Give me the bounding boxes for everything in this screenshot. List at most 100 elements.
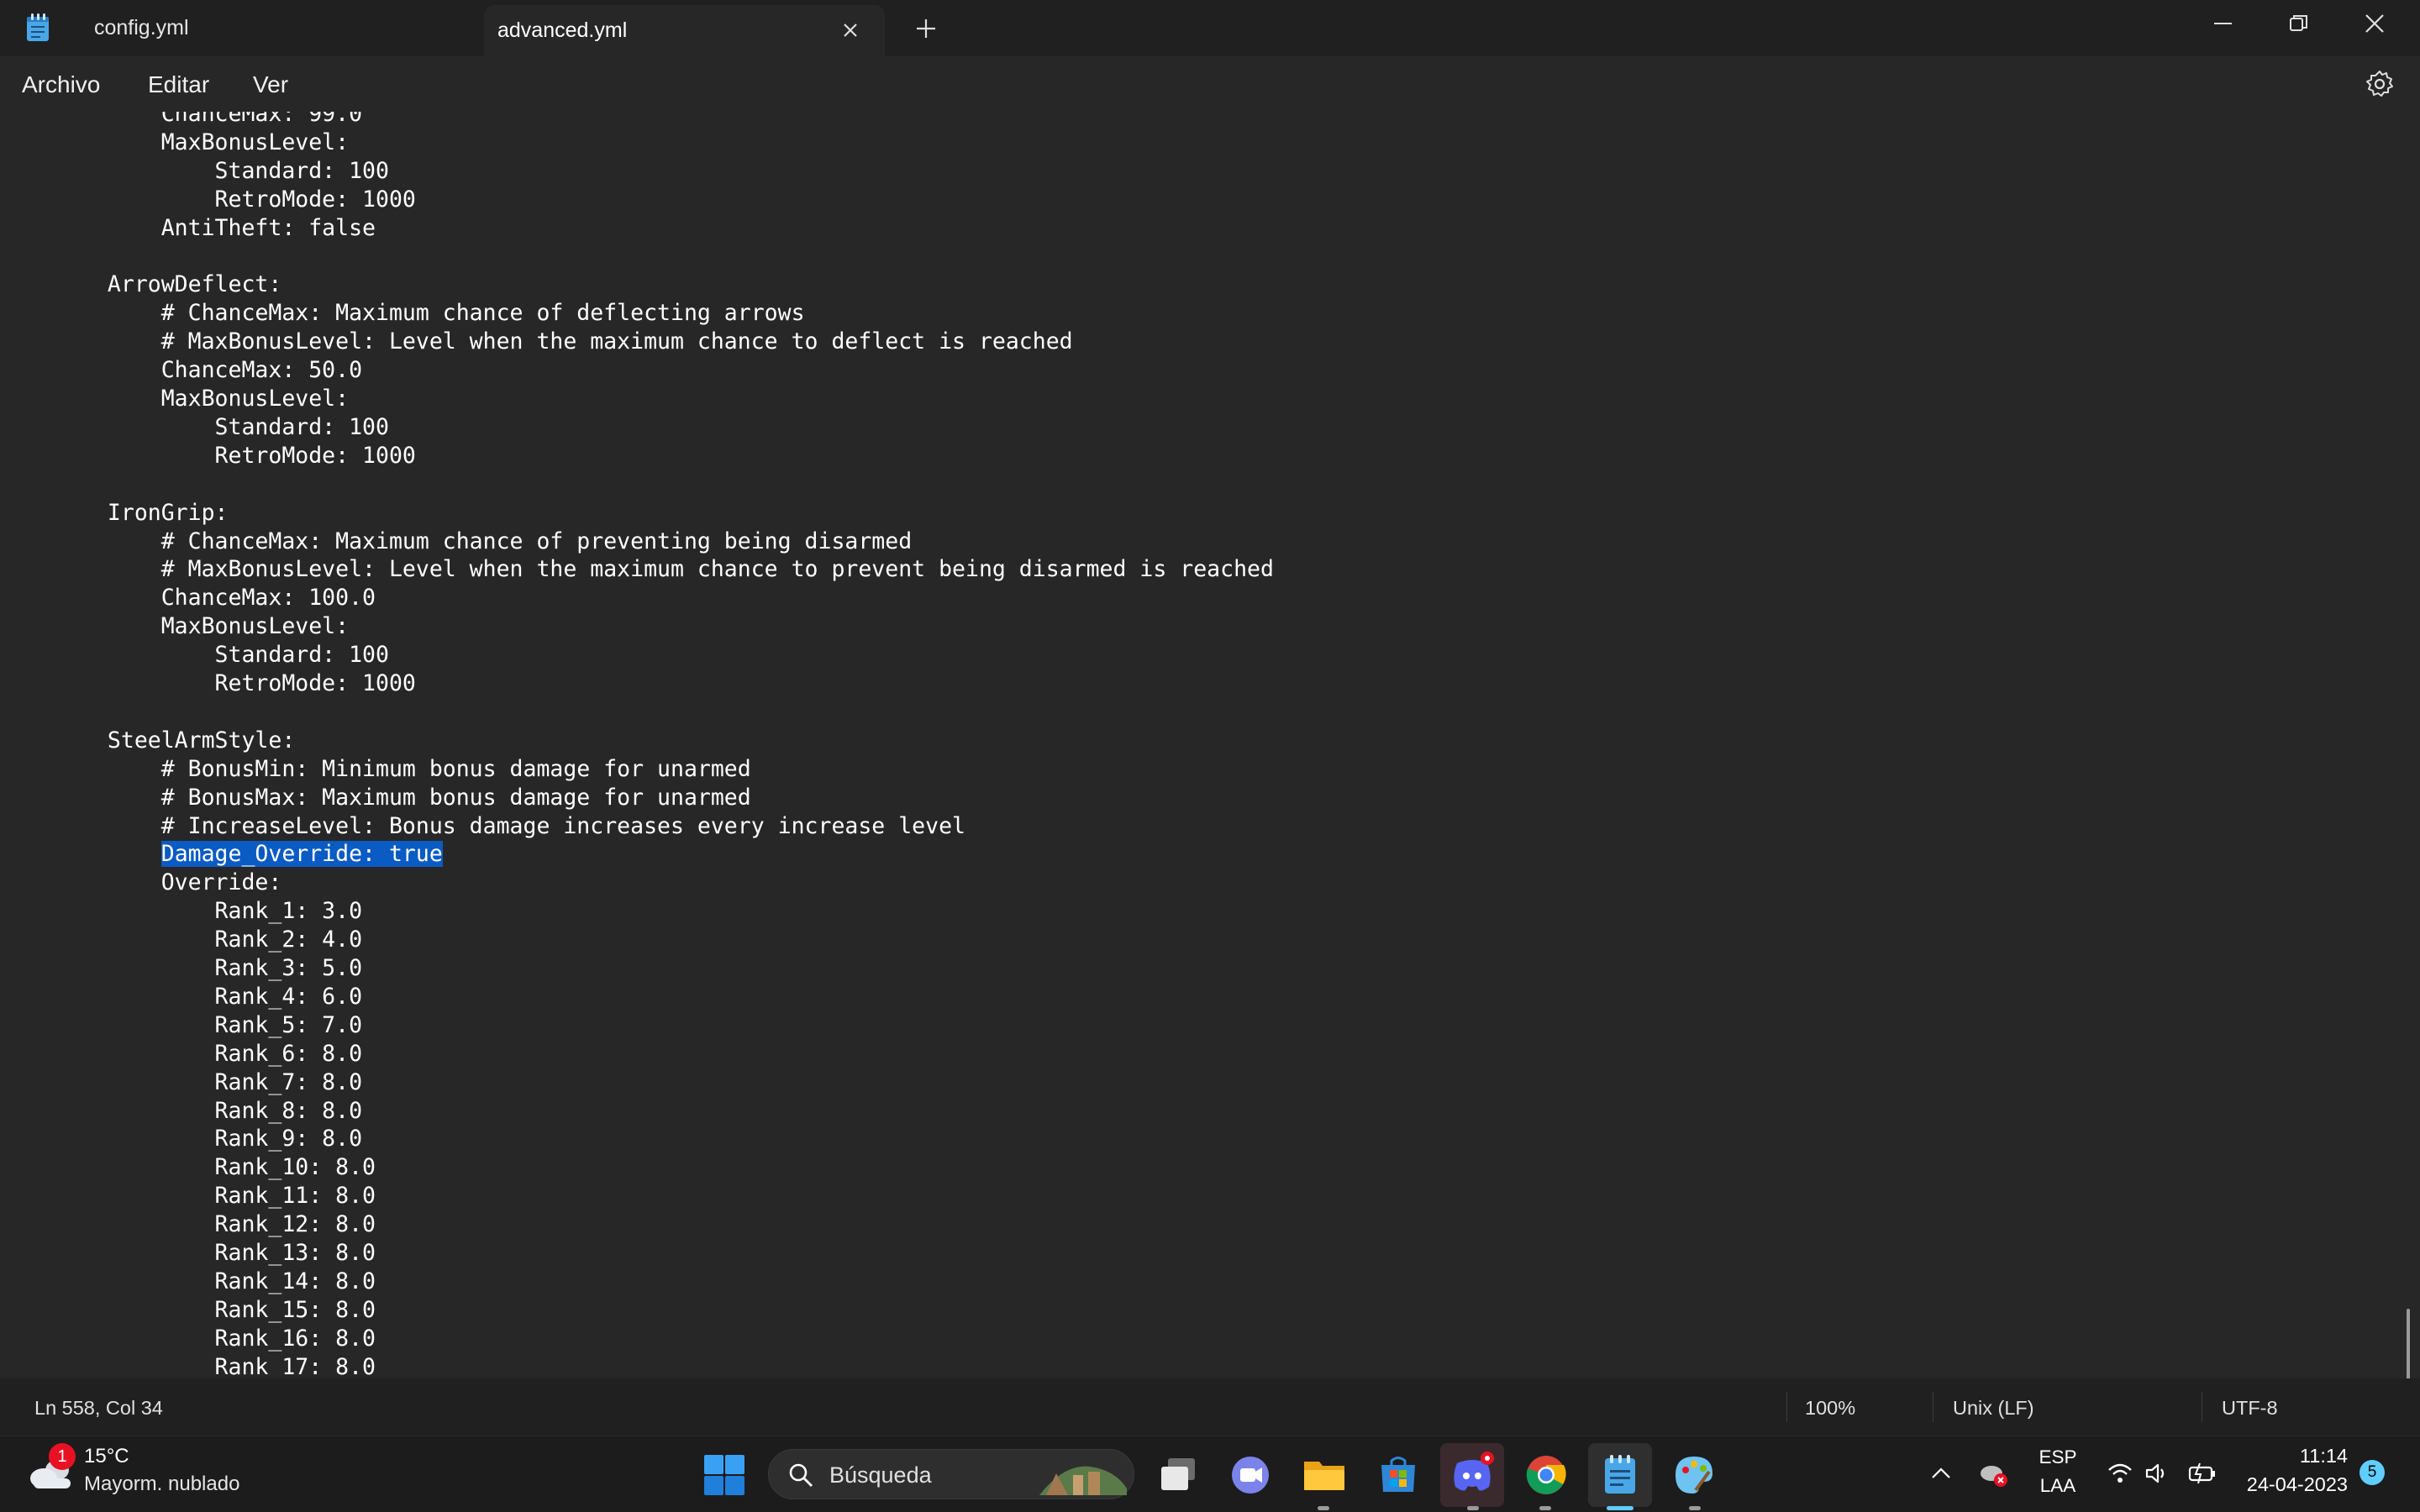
notification-count-badge[interactable]: 5 — [2360, 1460, 2385, 1485]
code-line: Standard: 100 — [81, 157, 389, 184]
line-ending[interactable]: Unix (LF) — [1953, 1397, 2034, 1420]
code-line: SteelArmStyle: — [81, 727, 296, 753]
text-editor[interactable]: ChanceMax: 99.0 MaxBonusLevel: Standard:… — [0, 112, 2420, 1378]
code-line: # MaxBonusLevel: Level when the maximum … — [81, 556, 1274, 583]
code-line: Rank_7: 8.0 — [81, 1068, 363, 1095]
language-indicator[interactable]: ESP — [2037, 1446, 2079, 1468]
title-bar: config.yml advanced.yml — [0, 0, 2420, 56]
menu-ver[interactable]: Ver — [253, 71, 288, 98]
code-line: Rank_8: 8.0 — [81, 1097, 363, 1124]
notepad-icon[interactable] — [1597, 1452, 1644, 1499]
code-line: Rank_2: 4.0 — [81, 927, 363, 953]
running-indicator — [1689, 1506, 1701, 1510]
weather-description: Mayorm. nublado — [84, 1473, 240, 1495]
tab-advanced[interactable]: advanced.yml — [484, 5, 885, 56]
code-line: # BonusMax: Maximum bonus damage for una… — [81, 784, 751, 811]
status-bar: Ln 558, Col 34 100% Unix (LF) UTF-8 — [0, 1378, 2420, 1436]
code-line: Rank_14: 8.0 — [81, 1268, 376, 1294]
cursor-position[interactable]: Ln 558, Col 34 — [34, 1397, 163, 1420]
chrome-icon[interactable] — [1523, 1452, 1570, 1499]
code-line: Rank_17: 8.0 — [81, 1353, 376, 1378]
code-line: Rank_6: 8.0 — [81, 1040, 363, 1067]
code-line: Rank_3: 5.0 — [81, 955, 363, 981]
code-line: # MaxBonusLevel: Level when the maximum … — [81, 328, 1073, 355]
code-line: IronGrip: — [81, 499, 229, 526]
close-tab-icon[interactable] — [839, 19, 861, 41]
minimize-icon — [2214, 23, 2232, 24]
wifi-icon[interactable] — [2107, 1462, 2133, 1485]
menu-editar[interactable]: Editar — [148, 71, 209, 98]
gear-icon[interactable] — [2365, 69, 2395, 99]
running-indicator — [1539, 1506, 1551, 1510]
search-highlight-illustration-icon — [1039, 1466, 1127, 1495]
code-line: Rank_1: 3.0 — [81, 898, 363, 925]
microsoft-store-icon[interactable] — [1375, 1452, 1422, 1499]
code-line: Rank_11: 8.0 — [81, 1183, 376, 1210]
close-window-button[interactable] — [2336, 0, 2412, 56]
keyboard-layout-indicator[interactable]: LAA — [2037, 1475, 2079, 1497]
active-indicator — [1607, 1506, 1634, 1510]
code-line: AntiTheft: false — [81, 214, 376, 241]
weather-temperature: 15°C — [84, 1445, 129, 1467]
volume-icon[interactable] — [2144, 1462, 2170, 1485]
new-tab-icon[interactable] — [914, 17, 938, 40]
close-icon — [2365, 14, 2384, 33]
paint-icon[interactable] — [1670, 1452, 1718, 1499]
chevron-up-icon[interactable] — [1931, 1467, 1951, 1480]
code-line: RetroMode: 1000 — [81, 186, 416, 213]
code-line: # ChanceMax: Maximum chance of preventin… — [81, 528, 913, 554]
code-line: Standard: 100 — [81, 642, 389, 669]
running-indicator — [1318, 1506, 1329, 1510]
code-line: Rank_4: 6.0 — [81, 983, 363, 1010]
code-line: RetroMode: 1000 — [81, 442, 416, 469]
status-divider — [1786, 1392, 1787, 1422]
menu-bar: Archivo Editar Ver — [0, 56, 2420, 112]
minimize-button[interactable] — [2185, 0, 2260, 56]
clock-date[interactable]: 24-04-2023 — [2247, 1473, 2348, 1496]
tab-label: config.yml — [94, 16, 189, 39]
code-line: Rank_13: 8.0 — [81, 1240, 376, 1266]
code-line: Override: — [81, 869, 282, 896]
code-line: Rank_9: 8.0 — [81, 1126, 363, 1152]
zoom-level[interactable]: 100% — [1805, 1397, 1855, 1420]
restore-icon — [2290, 15, 2307, 31]
code-line: # BonusMin: Minimum bonus damage for una… — [81, 755, 751, 782]
menu-archivo[interactable]: Archivo — [22, 71, 100, 98]
task-view-icon[interactable] — [1155, 1452, 1202, 1499]
code-line: MaxBonusLevel: — [81, 129, 350, 155]
code-line: Rank_10: 8.0 — [81, 1154, 376, 1181]
code-line: ArrowDeflect: — [81, 271, 282, 298]
teams-chat-icon[interactable] — [1227, 1452, 1274, 1499]
onedrive-error-icon[interactable] — [1978, 1460, 2008, 1488]
code-line: Standard: 100 — [81, 413, 389, 440]
discord-icon[interactable] — [1449, 1452, 1496, 1499]
code-line: Rank_12: 8.0 — [81, 1211, 376, 1238]
weather-badge: 1 — [49, 1443, 76, 1470]
code-line: Damage_Override: true — [81, 840, 443, 869]
code-line: ChanceMax: 50.0 — [81, 357, 363, 384]
notepad-app-icon — [27, 13, 49, 41]
code-line: MaxBonusLevel: — [81, 386, 350, 412]
code-line: ChanceMax: 99.0 — [81, 112, 363, 127]
windows-start-icon[interactable] — [702, 1453, 746, 1497]
code-line: Rank_5: 7.0 — [81, 1011, 363, 1038]
search-icon — [789, 1463, 813, 1487]
clock-time[interactable]: 11:14 — [2300, 1445, 2348, 1467]
code-line: MaxBonusLevel: — [81, 613, 350, 640]
battery-charging-icon[interactable] — [2188, 1462, 2217, 1485]
file-explorer-icon[interactable] — [1301, 1452, 1348, 1499]
taskbar: 1 15°C Mayorm. nublado Búsqueda ESP LAA … — [0, 1436, 2420, 1512]
tab-config[interactable]: config.yml — [67, 0, 479, 56]
selected-text: Damage_Override: true — [160, 841, 443, 868]
tab-label: advanced.yml — [497, 18, 628, 42]
running-indicator — [1467, 1506, 1479, 1510]
search-placeholder: Búsqueda — [829, 1462, 932, 1488]
restore-button[interactable] — [2260, 0, 2336, 56]
encoding[interactable]: UTF-8 — [2222, 1397, 2278, 1420]
code-line: RetroMode: 1000 — [81, 670, 416, 696]
code-line: Rank_16: 8.0 — [81, 1325, 376, 1352]
search-input[interactable]: Búsqueda — [768, 1449, 1134, 1499]
code-line: ChanceMax: 100.0 — [81, 585, 376, 612]
code-line: # ChanceMax: Maximum chance of deflectin… — [81, 300, 805, 327]
scrollbar-thumb[interactable] — [2407, 1309, 2410, 1378]
